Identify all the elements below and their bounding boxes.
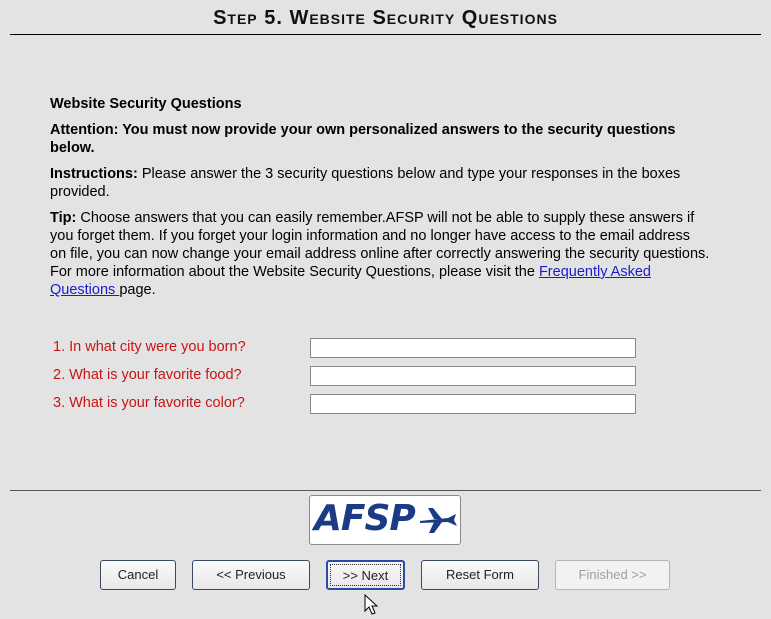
title-divider <box>10 34 761 35</box>
instructions-section: Website Security Questions Attention: Yo… <box>50 95 710 307</box>
answer-input-food[interactable] <box>310 366 636 386</box>
airplane-icon <box>420 508 457 533</box>
reset-form-button[interactable]: Reset Form <box>421 560 539 590</box>
wizard-button-bar: Cancel << Previous >> Next Reset Form Fi… <box>0 560 771 592</box>
tip-suffix: page. <box>119 282 156 298</box>
section-title: Website Security Questions <box>50 96 242 112</box>
page-title: Step 5. Website Security Questions <box>213 7 558 29</box>
attention-text: Attention: You must now provide your own… <box>50 122 676 156</box>
next-button[interactable]: >> Next <box>326 560 405 590</box>
security-questions-form: 1. In what city were you born? 2. What i… <box>53 337 653 421</box>
mouse-cursor-icon <box>364 594 378 615</box>
tip-paragraph: Tip: Choose answers that you can easily … <box>50 209 710 299</box>
footer-divider <box>10 490 761 491</box>
instructions-text: Please answer the 3 security questions b… <box>50 166 681 200</box>
previous-button[interactable]: << Previous <box>192 560 310 590</box>
page: Step 5. Website Security Questions Websi… <box>0 0 771 619</box>
finished-button[interactable]: Finished >> <box>555 560 670 590</box>
logo-text: AFSP <box>314 498 416 539</box>
instructions-label: Instructions: <box>50 166 138 182</box>
instructions-paragraph: Instructions: Please answer the 3 securi… <box>50 165 710 201</box>
question-label: 2. What is your favorite food? <box>53 367 242 383</box>
cancel-button[interactable]: Cancel <box>100 560 176 590</box>
answer-input-color[interactable] <box>310 394 636 414</box>
tip-label: Tip: <box>50 210 77 226</box>
afsp-logo: AFSP <box>309 495 461 545</box>
question-row: 2. What is your favorite food? <box>53 365 653 393</box>
question-row: 3. What is your favorite color? <box>53 393 653 421</box>
question-label: 1. In what city were you born? <box>53 339 246 355</box>
question-label: 3. What is your favorite color? <box>53 395 245 411</box>
question-row: 1. In what city were you born? <box>53 337 653 365</box>
answer-input-city[interactable] <box>310 338 636 358</box>
